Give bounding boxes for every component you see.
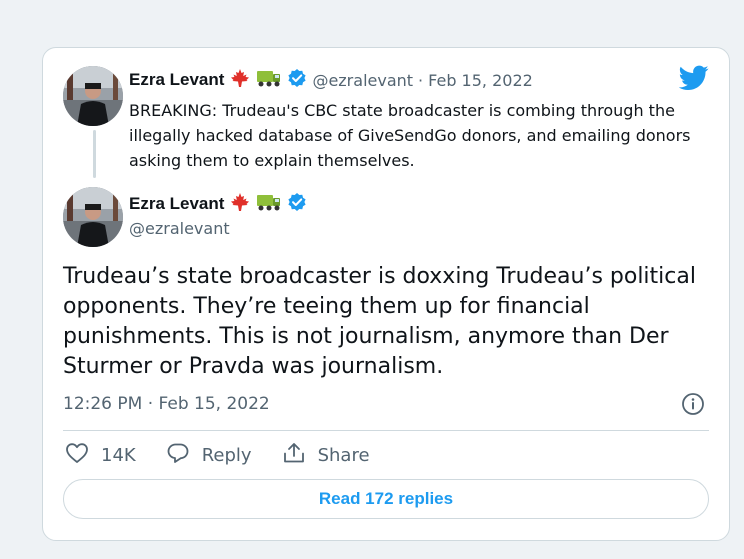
like-count: 14K [101,445,136,466]
divider [63,430,709,431]
main-tweet-header: Ezra Levant [129,192,307,216]
tweet-embed-card: Ezra Levant @ezralevant · Feb 15, 2022 B… [42,47,730,541]
share-label: Share [317,445,370,466]
author-name[interactable]: Ezra Levant [129,70,224,90]
verified-badge-icon [287,192,307,216]
reply-icon [166,442,190,469]
quoted-tweet-header: Ezra Levant @ezralevant · Feb 15, 2022 [129,68,533,92]
author-handle[interactable]: @ezralevant [312,71,413,90]
action-bar: 14K Reply Share [65,442,400,469]
read-replies-button[interactable]: Read 172 replies [63,479,709,519]
author-name[interactable]: Ezra Levant [129,194,224,214]
reply-button[interactable]: Reply [166,442,252,469]
thread-connector [93,130,96,178]
verified-badge-icon [287,68,307,92]
author-handle[interactable]: @ezralevant [129,219,230,238]
share-button[interactable]: Share [282,442,370,469]
reply-label: Reply [201,445,252,466]
maple-leaf-icon [229,68,251,92]
tweet-text: Trudeau’s state broadcaster is doxxing T… [63,264,696,379]
share-icon [282,442,306,469]
truck-icon [256,68,282,92]
truck-icon [256,192,282,216]
info-icon[interactable] [681,392,705,420]
tweet-date[interactable]: Feb 15, 2022 [428,71,533,90]
quoted-tweet-text: BREAKING: Trudeau's CBC state broadcaste… [129,101,691,170]
meta-separator: · [418,70,424,90]
maple-leaf-icon [229,192,251,216]
tweet-timestamp[interactable]: 12:26 PM · Feb 15, 2022 [63,394,270,414]
like-button[interactable]: 14K [65,442,136,469]
avatar[interactable] [63,187,123,247]
avatar[interactable] [63,66,123,126]
heart-icon [65,442,89,469]
twitter-bird-icon[interactable] [678,65,709,95]
